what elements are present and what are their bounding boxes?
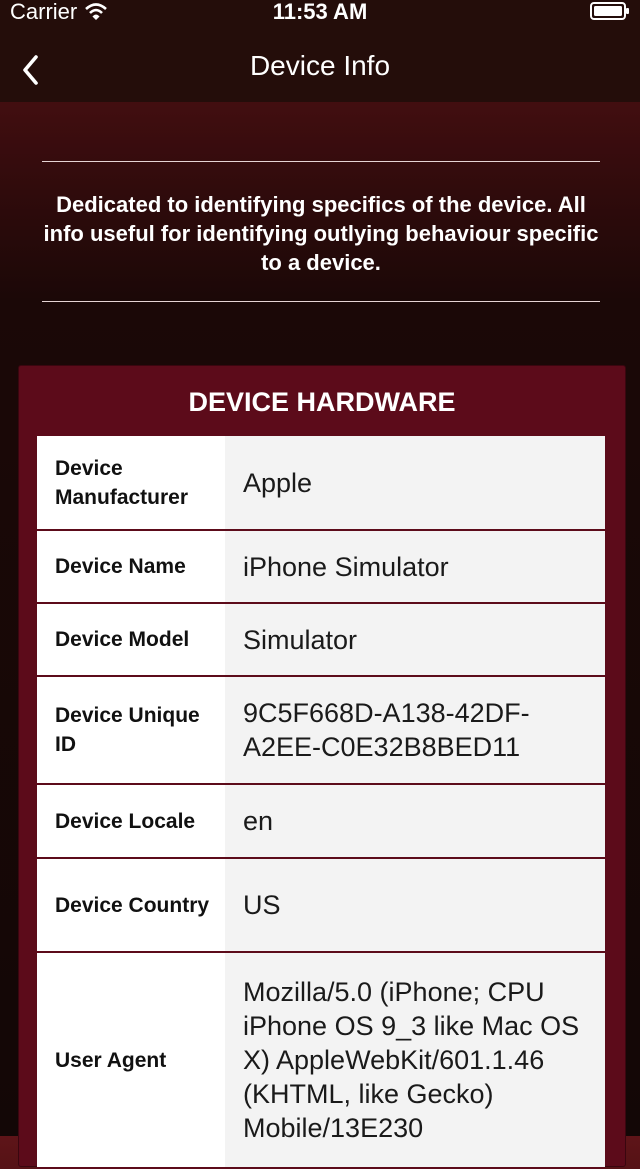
row-label: Device Name — [37, 531, 225, 602]
table-row: Device Name iPhone Simulator — [37, 531, 605, 604]
divider-top — [42, 161, 600, 162]
device-hardware-panel: DEVICE HARDWARE Device Manufacturer Appl… — [18, 365, 626, 1169]
divider-bottom — [42, 301, 600, 302]
row-value: iPhone Simulator — [225, 531, 605, 602]
clock: 11:53 AM — [272, 0, 368, 24]
status-bar: Carrier 11:53 AM — [0, 0, 640, 40]
page-title: Device Info — [249, 50, 391, 81]
row-label: Device Country — [37, 859, 225, 951]
row-label: Device Locale — [37, 785, 225, 857]
row-value: US — [225, 859, 605, 951]
row-label: Device Manufacturer — [37, 436, 225, 529]
row-value: Simulator — [225, 604, 605, 675]
table-row: Device Model Simulator — [37, 604, 605, 677]
navigation-bar: Device Info — [0, 40, 640, 102]
row-value: Apple — [225, 436, 605, 529]
device-info-table: Device Manufacturer Apple Device Name iP… — [37, 436, 605, 1169]
table-row: Device Locale en — [37, 785, 605, 859]
intro-description: Dedicated to identifying specifics of th… — [43, 192, 599, 275]
row-label: Device Unique ID — [37, 677, 225, 783]
table-row: Device Unique ID 9C5F668D-A138-42DF-A2EE… — [37, 677, 605, 785]
table-row: User Agent Mozilla/5.0 (iPhone; CPU iPho… — [37, 953, 605, 1169]
row-value: 9C5F668D-A138-42DF-A2EE-C0E32B8BED11 — [225, 677, 605, 783]
row-value: en — [225, 785, 605, 857]
table-row: Device Country US — [37, 859, 605, 953]
battery-icon — [590, 2, 630, 20]
row-label: Device Model — [37, 604, 225, 675]
table-row: Device Manufacturer Apple — [37, 436, 605, 531]
row-label: User Agent — [37, 953, 225, 1167]
row-value: Mozilla/5.0 (iPhone; CPU iPhone OS 9_3 l… — [225, 953, 605, 1167]
panel-title: DEVICE HARDWARE — [188, 387, 456, 417]
